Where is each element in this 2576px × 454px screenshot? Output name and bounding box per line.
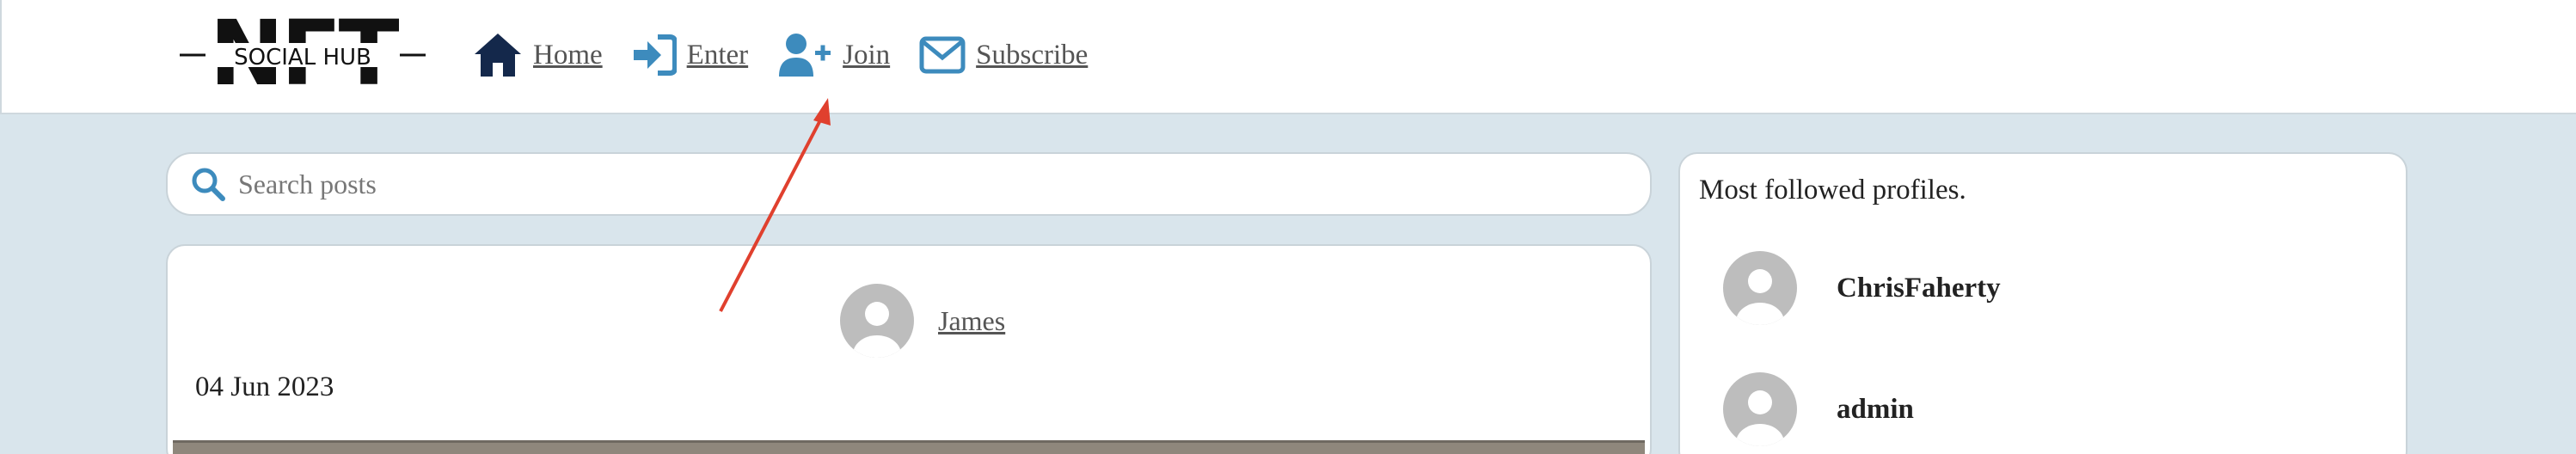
post-author: James xyxy=(840,284,1005,358)
logo-graphic: NFT SOCIAL HUB xyxy=(180,1,426,106)
main-nav: Home Enter Join Subscribe xyxy=(473,29,1117,81)
avatar xyxy=(1723,251,1797,325)
post-author-link[interactable]: James xyxy=(938,305,1005,337)
post-image[interactable] xyxy=(173,440,1645,454)
post-date: 04 Jun 2023 xyxy=(195,371,334,402)
search-icon xyxy=(192,168,225,201)
nav-join-label: Join xyxy=(843,39,891,71)
search-bar[interactable] xyxy=(166,152,1652,216)
svg-text:SOCIAL HUB: SOCIAL HUB xyxy=(234,45,371,71)
panel-title: Most followed profiles. xyxy=(1699,175,1966,206)
nav-subscribe-link[interactable]: Subscribe xyxy=(919,36,1088,74)
most-followed-panel: Most followed profiles. ChrisFaherty adm… xyxy=(1678,152,2407,454)
user-plus-icon xyxy=(779,34,831,77)
profile-name: admin xyxy=(1837,393,1914,425)
search-input[interactable] xyxy=(238,168,1528,200)
envelope-icon xyxy=(919,36,966,74)
nav-home-link[interactable]: Home xyxy=(473,32,603,78)
avatar xyxy=(1723,372,1797,446)
nav-enter-label: Enter xyxy=(686,39,749,71)
profile-item[interactable]: admin xyxy=(1723,372,1914,446)
nav-subscribe-label: Subscribe xyxy=(976,39,1089,71)
profile-name: ChrisFaherty xyxy=(1837,272,2001,304)
nav-home-label: Home xyxy=(533,39,603,71)
post-card: James 04 Jun 2023 xyxy=(166,244,1652,454)
profile-item[interactable]: ChrisFaherty xyxy=(1723,251,2001,325)
avatar xyxy=(840,284,914,358)
sign-in-icon xyxy=(633,34,677,76)
nav-join-link[interactable]: Join xyxy=(777,32,890,78)
site-logo[interactable]: NFT SOCIAL HUB xyxy=(178,1,427,106)
top-navbar: NFT SOCIAL HUB Home Enter xyxy=(0,0,2576,114)
nav-enter-link[interactable]: Enter xyxy=(632,34,748,77)
home-icon xyxy=(475,34,521,77)
